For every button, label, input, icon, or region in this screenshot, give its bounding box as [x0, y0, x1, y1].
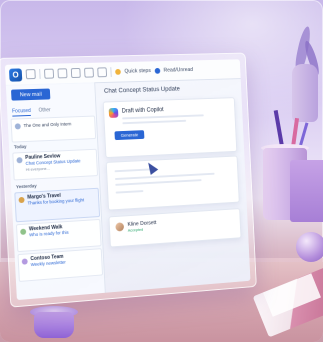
vase [292, 64, 318, 122]
placeholder-line [122, 114, 204, 120]
outlook-app-icon[interactable]: O [8, 67, 23, 82]
envelope-icon[interactable] [154, 67, 161, 74]
email-title: Chat Concept Status Update [103, 85, 181, 95]
archive-icon[interactable] [57, 68, 68, 79]
avatar [18, 196, 25, 204]
draft-card [105, 155, 240, 211]
list-item[interactable]: Pauline Sevlow Chat Concept Status Updat… [12, 148, 98, 181]
section-yesterday: Yesterday [15, 183, 37, 190]
copilot-header: Draft with Copilot [121, 107, 164, 115]
list-item[interactable]: Margo's Travel Thanks for booking your f… [14, 187, 101, 223]
quick-steps-button[interactable]: Quick steps [124, 68, 151, 74]
copilot-icon [108, 107, 119, 118]
email-subject: The One and Only Intern [23, 121, 72, 129]
email-snippet: Hi everyone... [25, 165, 50, 172]
list-item[interactable]: Contoso Team Weekly newsletter [17, 248, 104, 282]
outlook-window: O Quick steps Read/Unread New mail Focus… [4, 59, 251, 301]
list-item[interactable]: Weekend Walk Who is ready for this [15, 218, 102, 253]
forward-icon[interactable] [97, 67, 108, 78]
new-mail-label: New mail [19, 91, 42, 98]
photo-frame: O Quick steps Read/Unread New mail Focus… [0, 0, 323, 342]
read-unread-button[interactable]: Read/Unread [163, 67, 193, 74]
tab-other[interactable]: Other [38, 107, 50, 115]
status-badge: Accepted [127, 226, 144, 233]
reply-card[interactable]: Kline Dorsett Accepted [108, 208, 242, 248]
reading-pane: Chat Concept Status Update Draft with Co… [94, 78, 250, 293]
lightbulb-icon[interactable] [115, 68, 121, 75]
delete-icon[interactable] [43, 68, 55, 79]
avatar [16, 157, 23, 164]
paperweight [34, 312, 74, 338]
avatar [20, 228, 27, 235]
reply-icon[interactable] [84, 67, 94, 78]
tab-focused[interactable]: Focused [11, 107, 32, 117]
glass-tablet: O Quick steps Read/Unread New mail Focus… [0, 52, 257, 308]
avatar [14, 123, 21, 130]
avatar [21, 258, 28, 265]
mail-icon[interactable] [25, 69, 36, 80]
message-list-pane: New mail Focused Other The One and Only … [5, 82, 106, 301]
list-item[interactable]: The One and Only Intern [10, 115, 97, 143]
decor-block [290, 160, 323, 222]
copilot-card[interactable]: Draft with Copilot Generate [102, 97, 238, 159]
section-today: Today [13, 143, 27, 150]
flag-icon[interactable] [70, 67, 81, 79]
placeholder-line [115, 179, 202, 186]
generate-button[interactable]: Generate [114, 130, 145, 141]
new-mail-button[interactable]: New mail [10, 88, 51, 101]
decor-sphere [296, 232, 323, 262]
placeholder-line [122, 119, 187, 125]
avatar [115, 222, 125, 232]
toolbar-divider [39, 68, 41, 79]
placeholder-line [115, 190, 144, 194]
inbox-tabs: Focused Other [11, 107, 51, 117]
toolbar-divider [110, 67, 112, 77]
